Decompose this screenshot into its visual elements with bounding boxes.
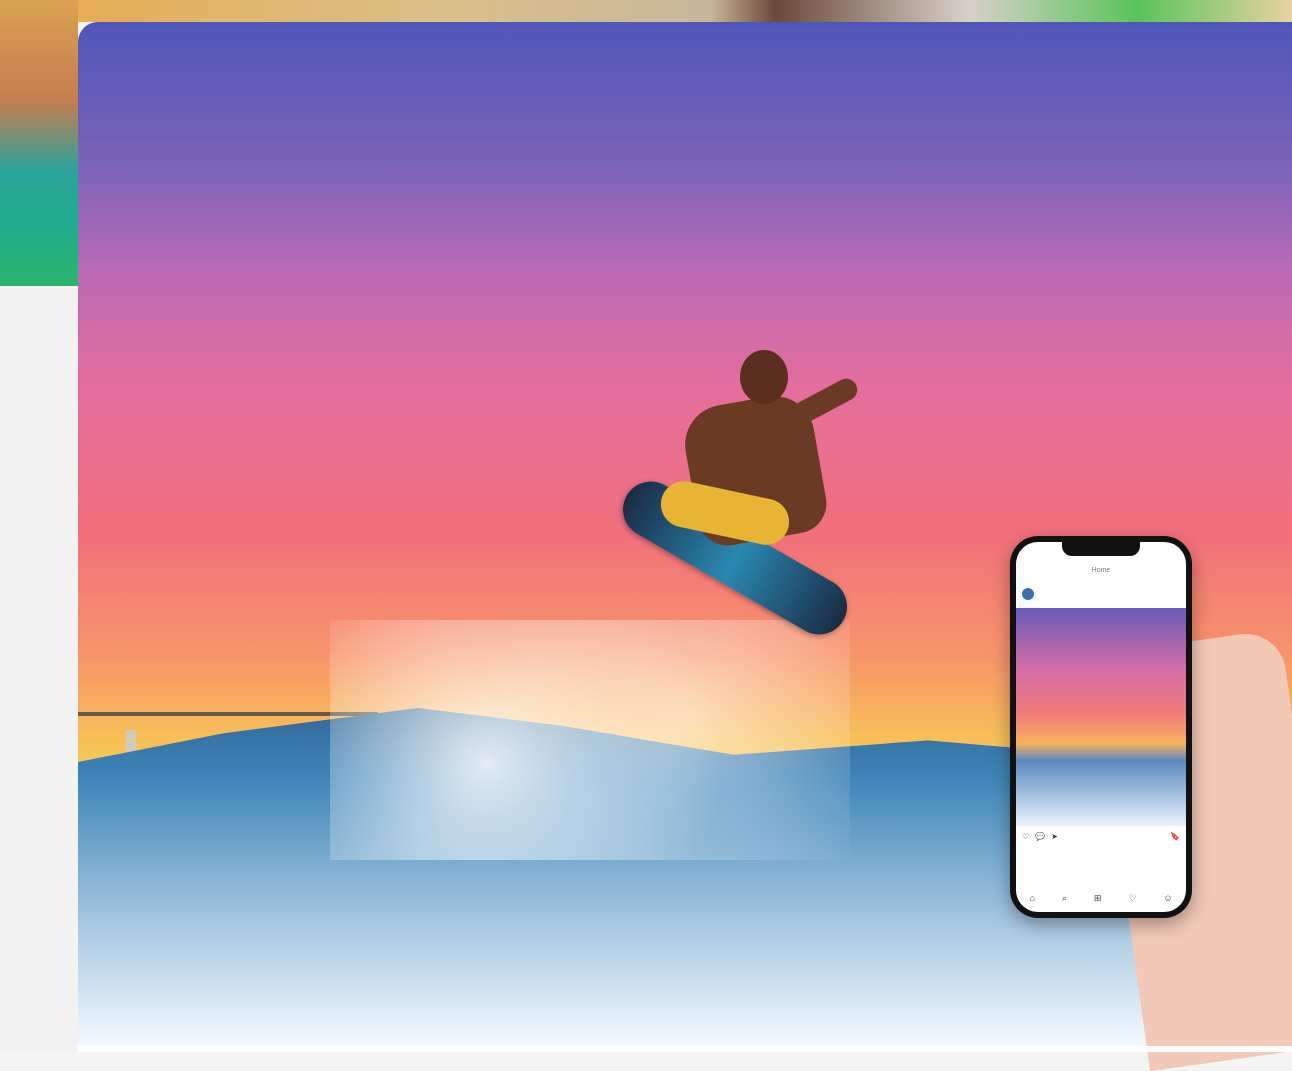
top-background-strip xyxy=(0,0,1292,22)
heart-icon[interactable]: ♡ xyxy=(1128,893,1136,904)
wave-spray xyxy=(330,620,850,860)
bottom-nav: ⌂ ⌕ ⊞ ♡ ☺ xyxy=(1016,893,1186,904)
phone-screen: Home ♡ 💬 ➤ 🔖 ⌂ ⌕ ⊞ ♡ ☺ xyxy=(1016,542,1186,912)
phone-top-bar: Home xyxy=(1016,560,1186,580)
comment-icon[interactable]: 💬 xyxy=(1035,832,1045,841)
avatar[interactable] xyxy=(1022,588,1034,600)
search-icon[interactable]: ⌕ xyxy=(1062,893,1067,904)
plus-square-icon[interactable]: ⊞ xyxy=(1094,893,1102,904)
post-actions: ♡ 💬 ➤ 🔖 xyxy=(1022,832,1180,841)
phone-top-bar-label: Home xyxy=(1091,566,1111,574)
post-image[interactable] xyxy=(1016,608,1186,826)
smartphone: Home ♡ 💬 ➤ 🔖 ⌂ ⌕ ⊞ ♡ ☺ xyxy=(1010,536,1192,918)
left-background-panel xyxy=(0,286,78,1052)
bottom-edge xyxy=(78,1046,1292,1052)
phone-notch xyxy=(1062,542,1140,556)
profile-icon[interactable]: ☺ xyxy=(1163,893,1172,904)
post-header xyxy=(1022,584,1180,604)
share-icon[interactable]: ➤ xyxy=(1051,832,1058,841)
left-background-photo xyxy=(0,0,78,286)
bookmark-icon[interactable]: 🔖 xyxy=(1170,832,1180,841)
surfer-head xyxy=(740,350,788,404)
home-icon[interactable]: ⌂ xyxy=(1029,893,1034,904)
heart-icon[interactable]: ♡ xyxy=(1022,832,1029,841)
